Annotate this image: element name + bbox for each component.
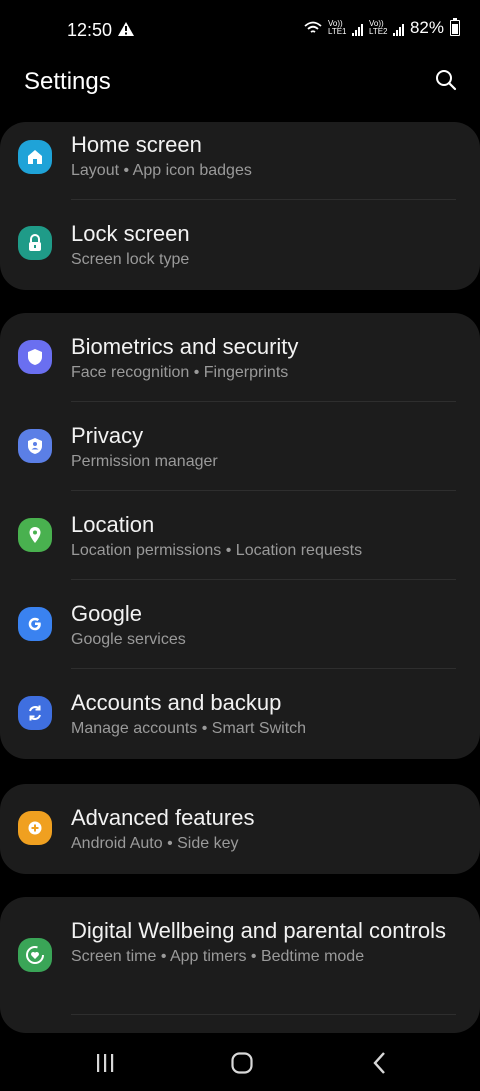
setting-subtitle: Screen time • App timers • Bedtime mode: [71, 948, 365, 965]
lock-icon: [18, 226, 52, 260]
setting-home-screen[interactable]: Home screen Layout • App icon badges: [0, 122, 480, 200]
setting-subtitle: Screen lock type: [71, 251, 190, 268]
recents-icon[interactable]: [91, 1049, 119, 1077]
signal-sim2: Vo)) LTE2: [369, 20, 404, 36]
settings-group-1: Home screen Layout • App icon badges Loc…: [0, 122, 480, 290]
settings-group-2: Biometrics and security Face recognition…: [0, 313, 480, 759]
setting-privacy[interactable]: Privacy Permission manager: [0, 402, 480, 491]
wellbeing-heart-icon: [18, 938, 52, 972]
setting-accounts-backup[interactable]: Accounts and backup Manage accounts • Sm…: [0, 669, 480, 758]
plus-gear-icon: [18, 811, 52, 845]
battery-icon: [450, 18, 460, 36]
setting-subtitle: Layout • App icon badges: [71, 162, 252, 179]
setting-label: Privacy: [71, 423, 144, 448]
setting-subtitle: Android Auto • Side key: [71, 835, 239, 852]
location-pin-icon: [18, 518, 52, 552]
settings-header: Settings: [0, 60, 480, 104]
setting-subtitle: Permission manager: [71, 453, 218, 470]
setting-subtitle: Location permissions • Location requests: [71, 542, 363, 559]
setting-label: Location: [71, 512, 155, 537]
setting-digital-wellbeing[interactable]: Digital Wellbeing and parental controls …: [0, 897, 480, 1015]
signal-sim1: Vo)) LTE1: [328, 20, 363, 36]
setting-label: Biometrics and security: [71, 334, 299, 359]
signal-bars-icon: [351, 24, 363, 36]
setting-label: Digital Wellbeing and parental controls: [71, 918, 447, 943]
setting-subtitle: Google services: [71, 631, 186, 648]
home-button-icon[interactable]: [228, 1049, 256, 1077]
signal-bars-icon: [392, 24, 404, 36]
shield-icon: [18, 340, 52, 374]
sync-icon: [18, 696, 52, 730]
setting-lock-screen[interactable]: Lock screen Screen lock type: [0, 200, 480, 290]
privacy-shield-icon: [18, 429, 52, 463]
status-bar: 12:50 Vo)) LTE1 Vo)) LTE2 82%: [0, 0, 480, 60]
setting-advanced-features[interactable]: Advanced features Android Auto • Side ke…: [0, 784, 480, 874]
setting-label: Advanced features: [71, 805, 255, 830]
search-icon[interactable]: [434, 68, 458, 92]
google-icon: [18, 607, 52, 641]
setting-label: Lock screen: [71, 221, 190, 246]
settings-group-4: Digital Wellbeing and parental controls …: [0, 897, 480, 1033]
setting-label: Accounts and backup: [71, 690, 282, 715]
setting-location[interactable]: Location Location permissions • Location…: [0, 491, 480, 580]
back-icon[interactable]: [366, 1049, 394, 1077]
page-title: Settings: [24, 68, 111, 95]
home-icon: [18, 140, 52, 174]
setting-biometrics-security[interactable]: Biometrics and security Face recognition…: [0, 313, 480, 402]
status-right: Vo)) LTE1 Vo)) LTE2 82%: [304, 18, 460, 38]
setting-google[interactable]: Google Google services: [0, 580, 480, 669]
volte-lte2-label: Vo)) LTE2: [368, 19, 388, 36]
settings-group-3: Advanced features Android Auto • Side ke…: [0, 784, 480, 874]
setting-label: Google: [71, 601, 142, 626]
volte-lte1-label: Vo)) LTE1: [327, 19, 347, 36]
status-time: 12:50: [67, 20, 113, 40]
setting-subtitle: Manage accounts • Smart Switch: [71, 720, 307, 737]
setting-subtitle: Face recognition • Fingerprints: [71, 364, 289, 381]
wifi-icon: [304, 21, 322, 33]
battery-percent: 82%: [409, 18, 444, 37]
divider: [71, 1014, 456, 1015]
navigation-bar: [0, 1035, 480, 1091]
setting-label: Home screen: [71, 132, 202, 157]
alert-icon: [118, 22, 134, 36]
